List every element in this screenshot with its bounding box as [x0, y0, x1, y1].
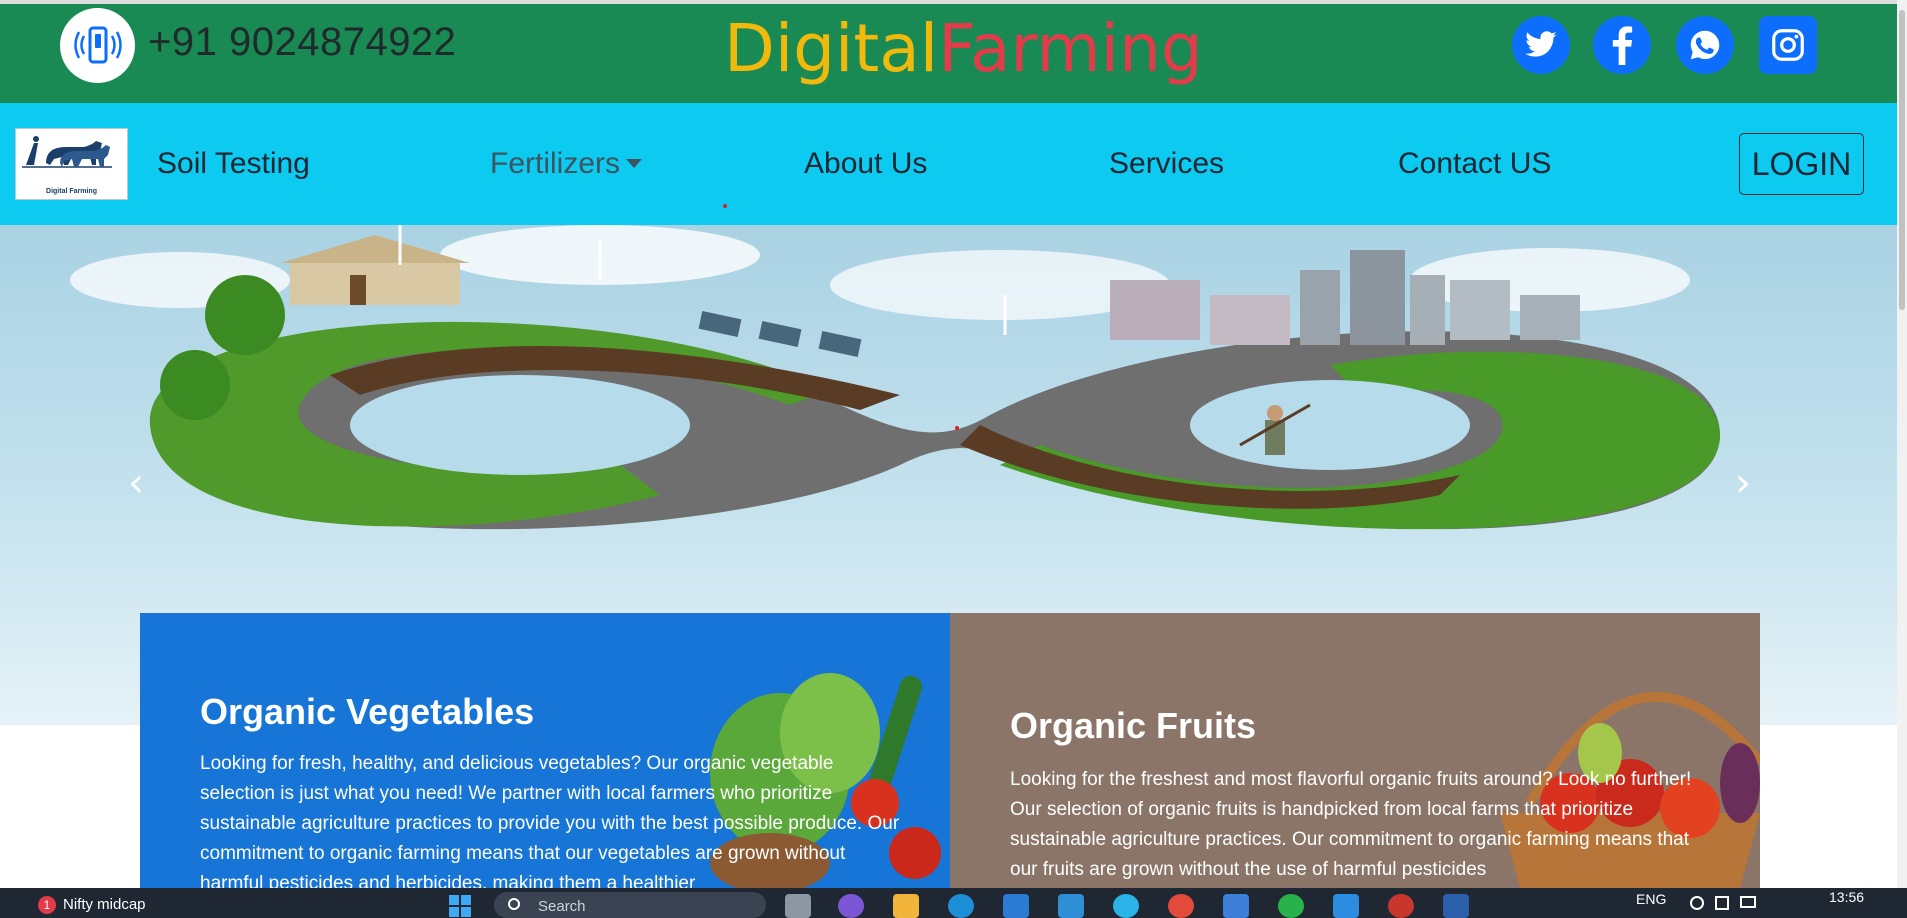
whatsapp-icon[interactable]: [1676, 16, 1734, 74]
plough-logo-icon: [22, 136, 112, 168]
file-explorer-icon[interactable]: [893, 894, 919, 918]
task-view-icon[interactable]: [785, 894, 811, 918]
taskbar-search-box[interactable]: Search: [494, 892, 766, 918]
nav-services[interactable]: Services: [1109, 147, 1224, 181]
card-title: Organic Fruits: [1010, 705, 1257, 746]
logo-caption: Digital Farming: [46, 188, 97, 195]
indicator-dot: [723, 204, 727, 208]
site-logo[interactable]: Digital Farming: [15, 128, 128, 200]
wifi-icon[interactable]: [1690, 896, 1704, 910]
scrollbar-thumb[interactable]: [1899, 10, 1905, 310]
app-icon[interactable]: [1058, 894, 1084, 918]
volume-icon[interactable]: [1715, 896, 1729, 910]
battery-icon[interactable]: [1740, 896, 1756, 908]
vscode-icon[interactable]: [1333, 894, 1359, 918]
card-title: Organic Vegetables: [200, 691, 535, 732]
word-icon[interactable]: [1443, 894, 1469, 918]
card-organic-vegetables: Organic Vegetables Looking for fresh, he…: [140, 613, 950, 888]
indicator-dot: [955, 426, 959, 430]
login-button[interactable]: LOGIN: [1739, 133, 1864, 195]
phone-icon[interactable]: [60, 8, 135, 83]
widget-badge: 1: [38, 896, 56, 914]
clock-time[interactable]: 13:56: [1829, 889, 1864, 905]
notepad-icon[interactable]: [1223, 894, 1249, 918]
brand-title-part2: Farming: [938, 10, 1203, 87]
windows-start-icon[interactable]: [448, 894, 472, 918]
chrome-icon[interactable]: [1168, 894, 1194, 918]
search-icon: [508, 898, 520, 910]
instagram-icon[interactable]: [1759, 16, 1817, 74]
card-body: Looking for fresh, healthy, and deliciou…: [200, 753, 900, 888]
nav-soil-testing[interactable]: Soil Testing: [157, 147, 310, 181]
chrome-icon[interactable]: [1388, 894, 1414, 918]
brand-title-part1: Digital: [724, 10, 939, 87]
nav-about-us[interactable]: About Us: [804, 147, 927, 181]
top-bar: +91 9024874922 DigitalFarming: [0, 4, 1897, 103]
widget-label[interactable]: Nifty midcap: [63, 896, 146, 913]
edge-icon[interactable]: [948, 894, 974, 918]
nav-contact-us[interactable]: Contact US: [1398, 147, 1551, 181]
page: +91 9024874922 DigitalFarming Digital Fa…: [0, 0, 1907, 918]
carousel-prev-button[interactable]: ‹: [128, 460, 144, 506]
search-placeholder: Search: [538, 898, 586, 915]
os-taskbar: 1 Nifty midcap Search ENG 13:56: [0, 888, 1907, 918]
carousel-next-button[interactable]: ›: [1735, 460, 1751, 506]
app-icon[interactable]: [1113, 894, 1139, 918]
twitter-icon[interactable]: [1512, 16, 1570, 74]
nav-fertilizers-dropdown[interactable]: Fertilizers: [490, 147, 643, 181]
card-body: Looking for the freshest and most flavor…: [1010, 769, 1692, 880]
card-organic-fruits: Organic Fruits Looking for the freshest …: [950, 613, 1760, 888]
store-icon[interactable]: [1003, 894, 1029, 918]
phone-number[interactable]: +91 9024874922: [148, 20, 456, 65]
brand-title[interactable]: DigitalFarming: [724, 10, 1203, 87]
facebook-icon[interactable]: [1593, 16, 1651, 74]
language-indicator[interactable]: ENG: [1636, 891, 1666, 907]
caret-down-icon: [626, 158, 643, 168]
nav-fertilizers-label: Fertilizers: [490, 147, 621, 180]
whatsapp-icon[interactable]: [1278, 894, 1304, 918]
navbar: Digital Farming Soil Testing Fertilizers…: [0, 103, 1897, 225]
teams-icon[interactable]: [838, 894, 864, 918]
